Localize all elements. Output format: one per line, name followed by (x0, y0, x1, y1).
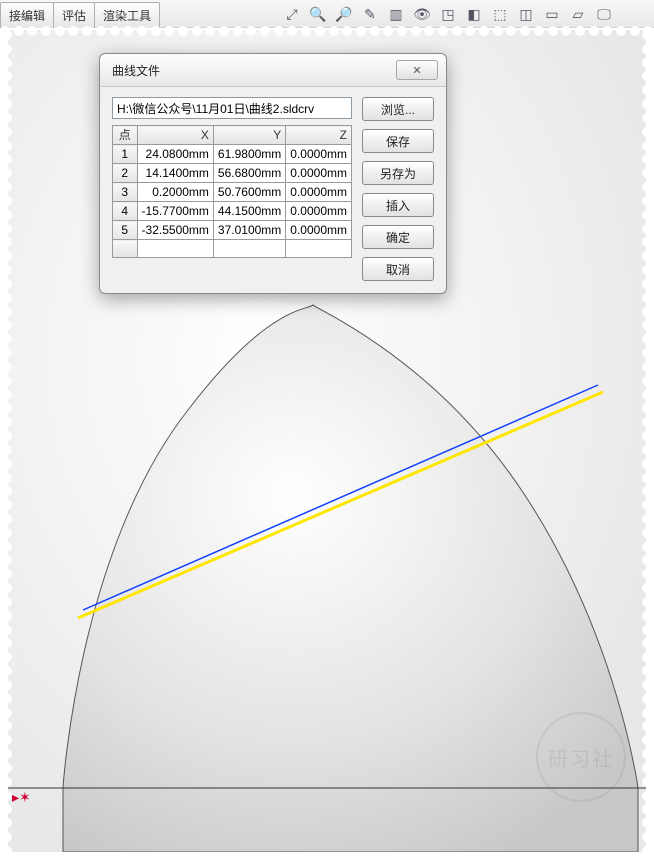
cell-z[interactable]: 0.0000mm (286, 164, 352, 183)
tab-evaluate[interactable]: 评估 (53, 2, 95, 28)
cell-x[interactable]: -15.7700mm (137, 202, 213, 221)
save-button[interactable]: 保存 (362, 129, 434, 153)
curve-file-dialog: 曲线文件 ✕ 点 X Y Z 124.0800mm61.9800mm0.0000… (99, 53, 447, 294)
cell-y[interactable]: 61.9800mm (213, 145, 285, 164)
insert-button[interactable]: 插入 (362, 193, 434, 217)
row-index: 4 (113, 202, 138, 221)
eye-icon[interactable]: 👁 (412, 4, 432, 24)
screen-icon[interactable]: 🖵 (594, 4, 614, 24)
cell-y[interactable]: 37.0100mm (213, 221, 285, 240)
row-index: 3 (113, 183, 138, 202)
menu-toolbar: 接编辑 评估 渲染工具 ⤢ 🔍 🔎 ✎ ▥ 👁 ◳ ◧ ⬚ ◫ ▭ ▱ 🖵 (0, 0, 654, 28)
stamp-border-right (642, 30, 652, 856)
cell-x[interactable]: 14.1400mm (137, 164, 213, 183)
section-view-icon[interactable]: ✎ (360, 4, 380, 24)
cube-front-icon[interactable]: ◫ (516, 4, 536, 24)
dialog-close-button[interactable]: ✕ (396, 60, 438, 80)
browse-button[interactable]: 浏览... (362, 97, 434, 121)
zoom-area-icon[interactable]: 🔍 (308, 4, 328, 24)
dialog-title: 曲线文件 (112, 62, 160, 79)
stamp-border-bottom (0, 852, 654, 862)
ok-button[interactable]: 确定 (362, 225, 434, 249)
col-point: 点 (113, 126, 138, 145)
cube-top-icon[interactable]: ▱ (568, 4, 588, 24)
zoom-fit-icon[interactable]: ⤢ (282, 4, 302, 24)
cell-x[interactable]: 24.0800mm (137, 145, 213, 164)
cube-right-icon[interactable]: ▭ (542, 4, 562, 24)
menu-tabs: 接编辑 评估 渲染工具 (0, 2, 159, 28)
table-row[interactable]: 30.2000mm50.7600mm0.0000mm (113, 183, 352, 202)
file-path-input[interactable] (112, 97, 352, 119)
cell-z[interactable]: 0.0000mm (286, 221, 352, 240)
cube-iso-icon[interactable]: ⬚ (490, 4, 510, 24)
col-y: Y (213, 126, 285, 145)
cell-x[interactable]: -32.5500mm (137, 221, 213, 240)
display-style-icon[interactable]: ◳ (438, 4, 458, 24)
table-row[interactable]: 124.0800mm61.9800mm0.0000mm (113, 145, 352, 164)
table-row[interactable]: 5-32.5500mm37.0100mm0.0000mm (113, 221, 352, 240)
cell-z[interactable]: 0.0000mm (286, 183, 352, 202)
saveas-button[interactable]: 另存为 (362, 161, 434, 185)
view-orientation-icon[interactable]: ▥ (386, 4, 406, 24)
view-toolbar: ⤢ 🔍 🔎 ✎ ▥ 👁 ◳ ◧ ⬚ ◫ ▭ ▱ 🖵 (282, 4, 614, 24)
origin-marker-icon: ▸✶ (12, 789, 31, 806)
col-x: X (137, 126, 213, 145)
cell-z[interactable]: 0.0000mm (286, 202, 352, 221)
cell-z[interactable]: 0.0000mm (286, 145, 352, 164)
points-table[interactable]: 点 X Y Z 124.0800mm61.9800mm0.0000mm214.1… (112, 125, 352, 258)
tab-render-tools[interactable]: 渲染工具 (94, 2, 160, 28)
table-row[interactable]: 4-15.7700mm44.1500mm0.0000mm (113, 202, 352, 221)
col-z: Z (286, 126, 352, 145)
table-row[interactable]: 214.1400mm56.6800mm0.0000mm (113, 164, 352, 183)
zoom-previous-icon[interactable]: 🔎 (334, 4, 354, 24)
row-index: 2 (113, 164, 138, 183)
cell-x[interactable]: 0.2000mm (137, 183, 213, 202)
scene-icon[interactable]: ◧ (464, 4, 484, 24)
stamp-border-left (2, 30, 12, 856)
table-row-empty[interactable] (113, 240, 352, 258)
cell-y[interactable]: 50.7600mm (213, 183, 285, 202)
row-index: 5 (113, 221, 138, 240)
watermark-badge: 研习社 (536, 712, 626, 802)
dialog-titlebar[interactable]: 曲线文件 ✕ (100, 54, 446, 87)
cell-y[interactable]: 44.1500mm (213, 202, 285, 221)
cell-y[interactable]: 56.6800mm (213, 164, 285, 183)
cancel-button[interactable]: 取消 (362, 257, 434, 281)
row-index: 1 (113, 145, 138, 164)
stamp-border-top (0, 26, 654, 36)
tab-edit[interactable]: 接编辑 (0, 2, 54, 28)
